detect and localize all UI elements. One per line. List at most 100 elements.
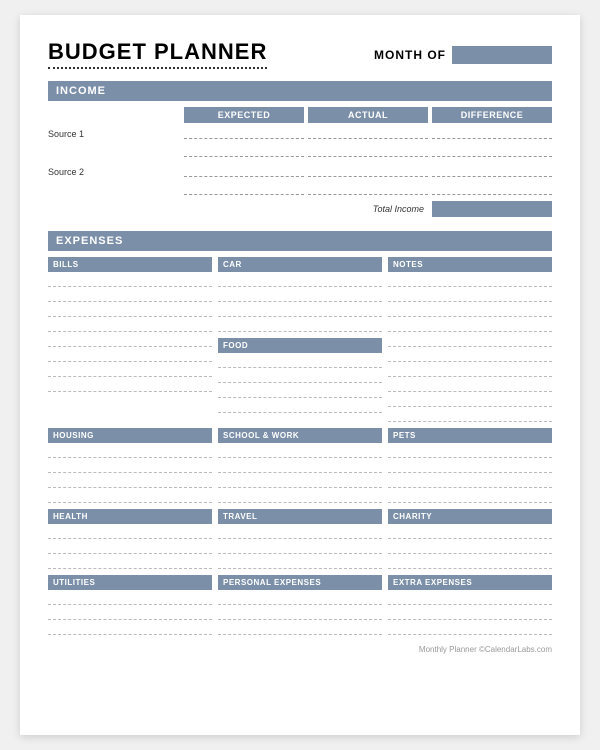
source-1-actual-line[interactable] [308, 125, 428, 139]
list-item [388, 275, 552, 287]
list-item [218, 476, 382, 488]
charity-lines [388, 527, 552, 569]
list-item [218, 401, 382, 413]
list-item [218, 290, 382, 302]
source-1-label: Source 1 [48, 129, 118, 139]
source-2-row: Source 2 [48, 163, 552, 177]
page-title: Budget Planner [48, 39, 267, 69]
list-item [48, 608, 212, 620]
source-1-fields-2 [184, 143, 552, 157]
list-item [218, 491, 382, 503]
list-item [48, 461, 212, 473]
bills-lines [48, 275, 212, 392]
header: Budget Planner Month of [48, 39, 552, 69]
source-1-fields [184, 125, 552, 139]
source-2-actual-2 [308, 181, 428, 195]
list-item [218, 557, 382, 569]
list-item [218, 542, 382, 554]
source-2-actual-line-2[interactable] [308, 181, 428, 195]
source-1-actual-line-2[interactable] [308, 143, 428, 157]
list-item [48, 623, 212, 635]
expenses-grid-row3: Health Travel Charity [48, 509, 552, 569]
list-item [388, 623, 552, 635]
health-block: Health [48, 509, 212, 569]
list-item [218, 608, 382, 620]
list-item [218, 386, 382, 398]
source-2-actual-line[interactable] [308, 163, 428, 177]
car-header: Car [218, 257, 382, 272]
extra-expenses-lines [388, 593, 552, 635]
total-income-box [432, 201, 552, 217]
personal-expenses-lines [218, 593, 382, 635]
source-2-expected-2 [184, 181, 304, 195]
total-income-label: Total Income [373, 204, 424, 214]
difference-col-header: Difference [432, 107, 552, 123]
source-2-row-2 [48, 181, 552, 195]
source-2-expected-line-2[interactable] [184, 181, 304, 195]
list-item [218, 275, 382, 287]
list-item [388, 608, 552, 620]
food-header: Food [218, 338, 382, 353]
list-item [48, 527, 212, 539]
source-2-fields-2 [184, 181, 552, 195]
bills-header: Bills [48, 257, 212, 272]
source-2-expected-line[interactable] [184, 163, 304, 177]
notes-header: Notes [388, 257, 552, 272]
list-item [388, 491, 552, 503]
charity-header: Charity [388, 509, 552, 524]
list-item [388, 365, 552, 377]
notes-block: Notes [388, 257, 552, 422]
list-item [48, 290, 212, 302]
bills-block: Bills [48, 257, 212, 422]
page: Budget Planner Month of Income Expected … [20, 15, 580, 735]
list-item [218, 461, 382, 473]
extra-expenses-block: Extra Expenses [388, 575, 552, 635]
expenses-grid-row4: Utilities Personal Expenses Extra Expens… [48, 575, 552, 635]
expenses-section-header: Expenses [48, 231, 552, 251]
list-item [388, 593, 552, 605]
utilities-block: Utilities [48, 575, 212, 635]
pets-header: Pets [388, 428, 552, 443]
source-2-difference-line-2[interactable] [432, 181, 552, 195]
list-item [388, 446, 552, 458]
school-work-lines [218, 446, 382, 503]
actual-col-header: Actual [308, 107, 428, 123]
source-1-actual-2 [308, 143, 428, 157]
list-item [218, 305, 382, 317]
income-column-headers: Expected Actual Difference [48, 107, 552, 123]
footer: Monthly Planner ©CalendarLabs.com [48, 645, 552, 654]
source-2-difference-line[interactable] [432, 163, 552, 177]
list-item [388, 557, 552, 569]
school-work-block: School & Work [218, 428, 382, 503]
list-item [388, 335, 552, 347]
travel-lines [218, 527, 382, 569]
source-2-difference-2 [432, 181, 552, 195]
charity-block: Charity [388, 509, 552, 569]
list-item [48, 542, 212, 554]
list-item [388, 461, 552, 473]
source-1-difference-2 [432, 143, 552, 157]
month-input-box[interactable] [452, 46, 552, 64]
pets-lines [388, 446, 552, 503]
list-item [388, 320, 552, 332]
list-item [388, 305, 552, 317]
food-lines [218, 356, 382, 413]
list-item [388, 380, 552, 392]
utilities-header: Utilities [48, 575, 212, 590]
list-item [218, 623, 382, 635]
source-1-difference-line[interactable] [432, 125, 552, 139]
personal-expenses-header: Personal Expenses [218, 575, 382, 590]
month-of-label: Month of [374, 46, 552, 64]
notes-lines [388, 275, 552, 422]
footer-text: Monthly Planner ©CalendarLabs.com [419, 645, 552, 654]
income-section: Income Expected Actual Difference Source… [48, 81, 552, 217]
source-1-expected-line-2[interactable] [184, 143, 304, 157]
list-item [388, 395, 552, 407]
source-1-difference-line-2[interactable] [432, 143, 552, 157]
source-2-fields [184, 163, 552, 177]
source-1-expected-line[interactable] [184, 125, 304, 139]
pets-block: Pets [388, 428, 552, 503]
car-block: Car [218, 257, 382, 332]
source-2-group: Source 2 [48, 163, 552, 195]
travel-block: Travel [218, 509, 382, 569]
